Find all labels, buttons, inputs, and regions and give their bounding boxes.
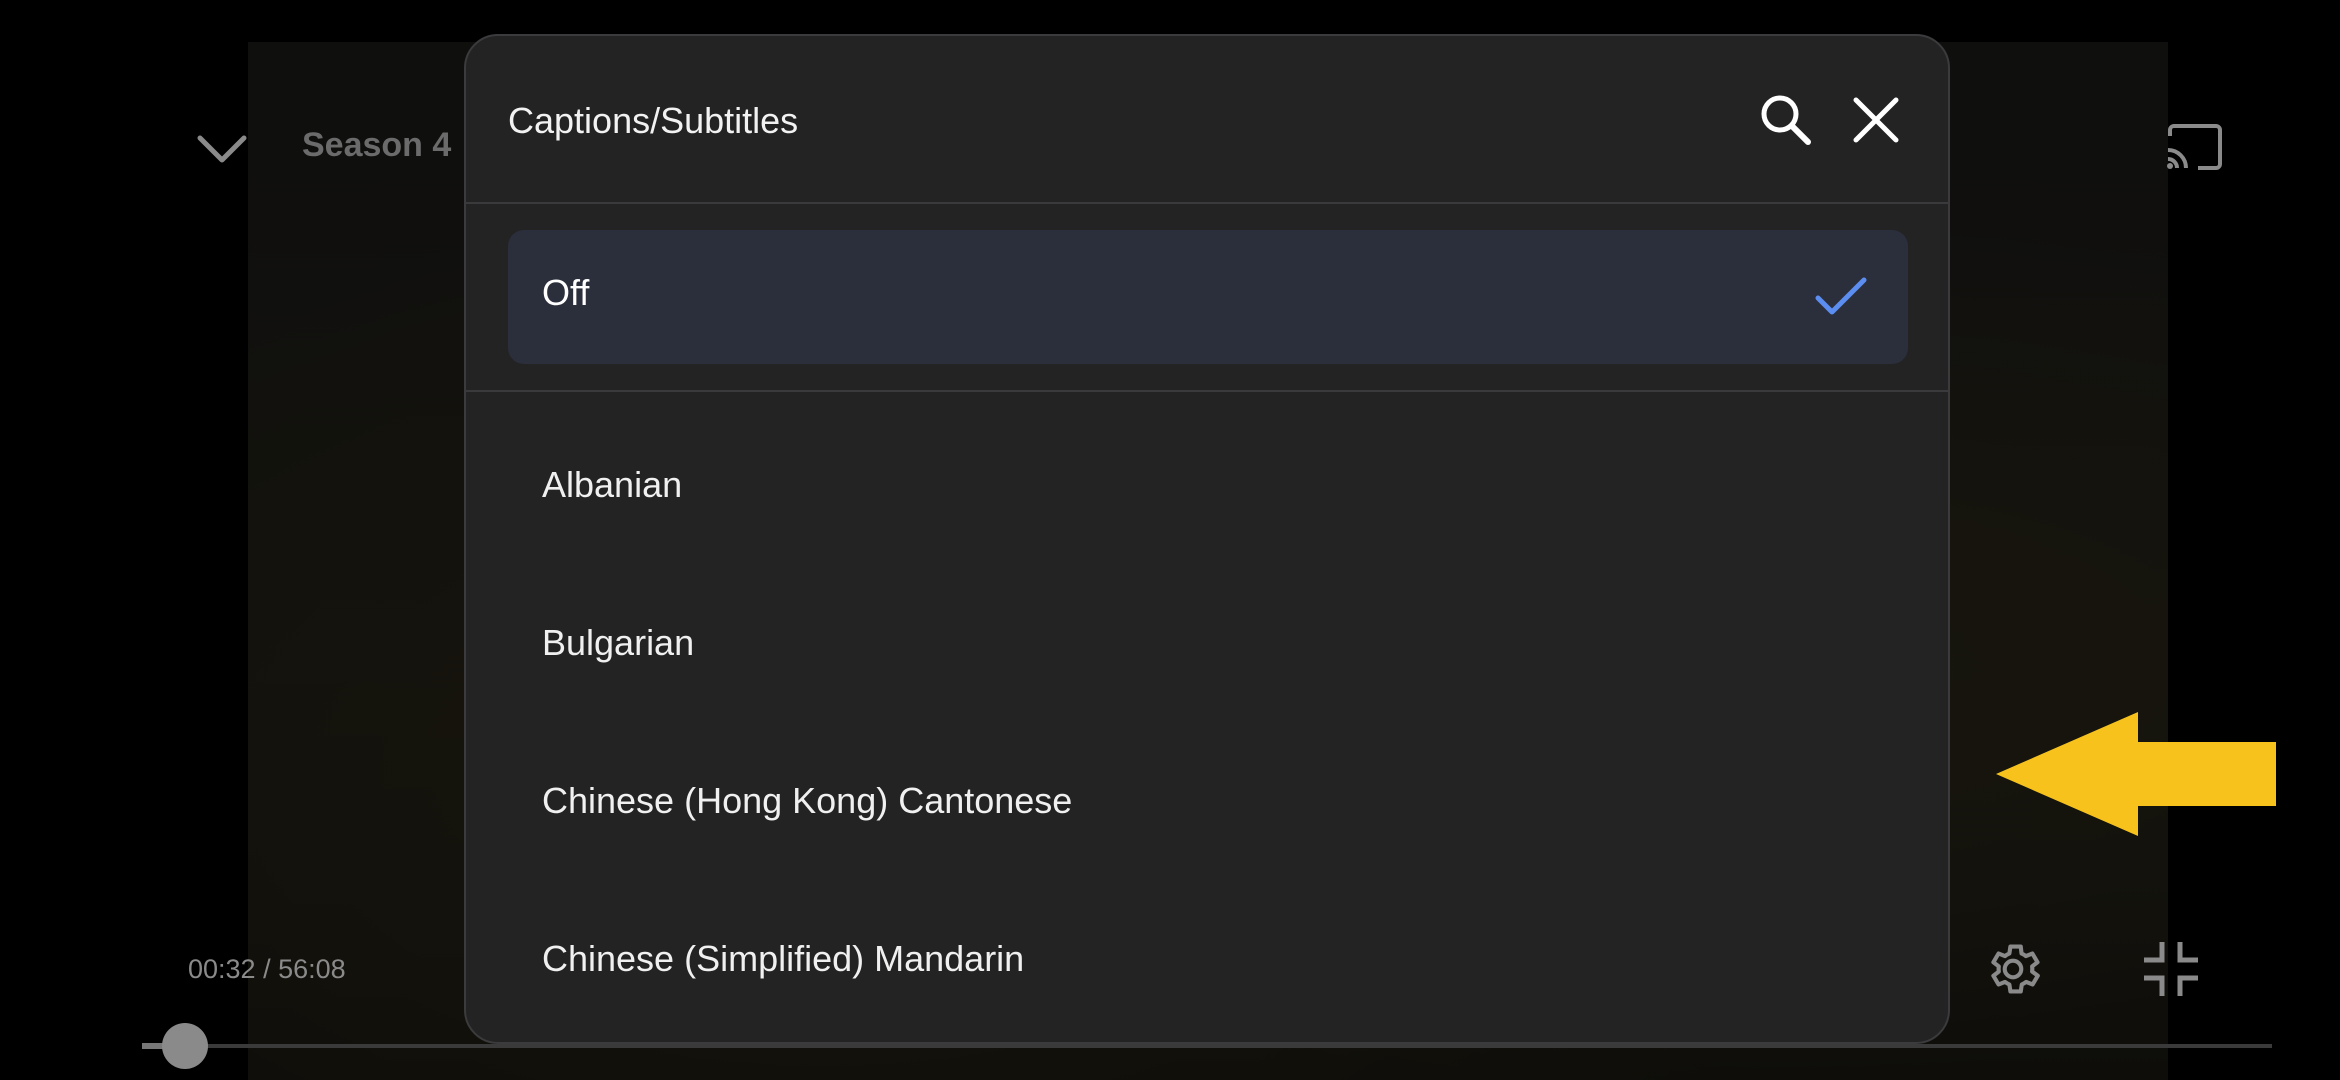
caption-option-label: Off bbox=[542, 272, 590, 313]
arrow-left-annotation bbox=[1996, 712, 2276, 836]
caption-option-off[interactable]: Off bbox=[508, 230, 1908, 364]
caption-option-label: Chinese (Simplified) Mandarin bbox=[542, 938, 1025, 979]
caption-option-chinese-hk-cantonese[interactable]: Chinese (Hong Kong) Cantonese bbox=[508, 740, 1908, 860]
seek-handle[interactable] bbox=[162, 1023, 208, 1069]
divider bbox=[466, 390, 1948, 392]
dialog-header: Captions/Subtitles bbox=[466, 36, 1948, 204]
checkmark-icon bbox=[1815, 277, 1867, 315]
captions-subtitles-dialog: Captions/Subtitles Off Albanian Bulgaria… bbox=[464, 34, 1950, 1044]
time-display: 00:32 / 56:08 bbox=[188, 954, 346, 984]
exit-fullscreen-icon[interactable] bbox=[2140, 938, 2202, 1000]
episode-title: Season 4 bbox=[302, 126, 452, 164]
caption-option-bulgarian[interactable]: Bulgarian bbox=[508, 582, 1908, 702]
seek-bar[interactable] bbox=[142, 1044, 2272, 1048]
dialog-title: Captions/Subtitles bbox=[508, 100, 799, 141]
caption-option-label: Bulgarian bbox=[542, 622, 695, 663]
caption-option-label: Albanian bbox=[542, 464, 683, 505]
search-icon[interactable] bbox=[1754, 88, 1818, 152]
caption-option-albanian[interactable]: Albanian bbox=[508, 424, 1908, 544]
chevron-down-icon[interactable] bbox=[194, 130, 250, 166]
caption-option-chinese-simplified-mandarin[interactable]: Chinese (Simplified) Mandarin bbox=[508, 898, 1908, 1018]
cast-icon[interactable] bbox=[2164, 122, 2224, 172]
settings-gear-icon[interactable] bbox=[1982, 938, 2044, 1000]
close-icon[interactable] bbox=[1844, 88, 1908, 152]
caption-option-label: Chinese (Hong Kong) Cantonese bbox=[542, 780, 1073, 821]
